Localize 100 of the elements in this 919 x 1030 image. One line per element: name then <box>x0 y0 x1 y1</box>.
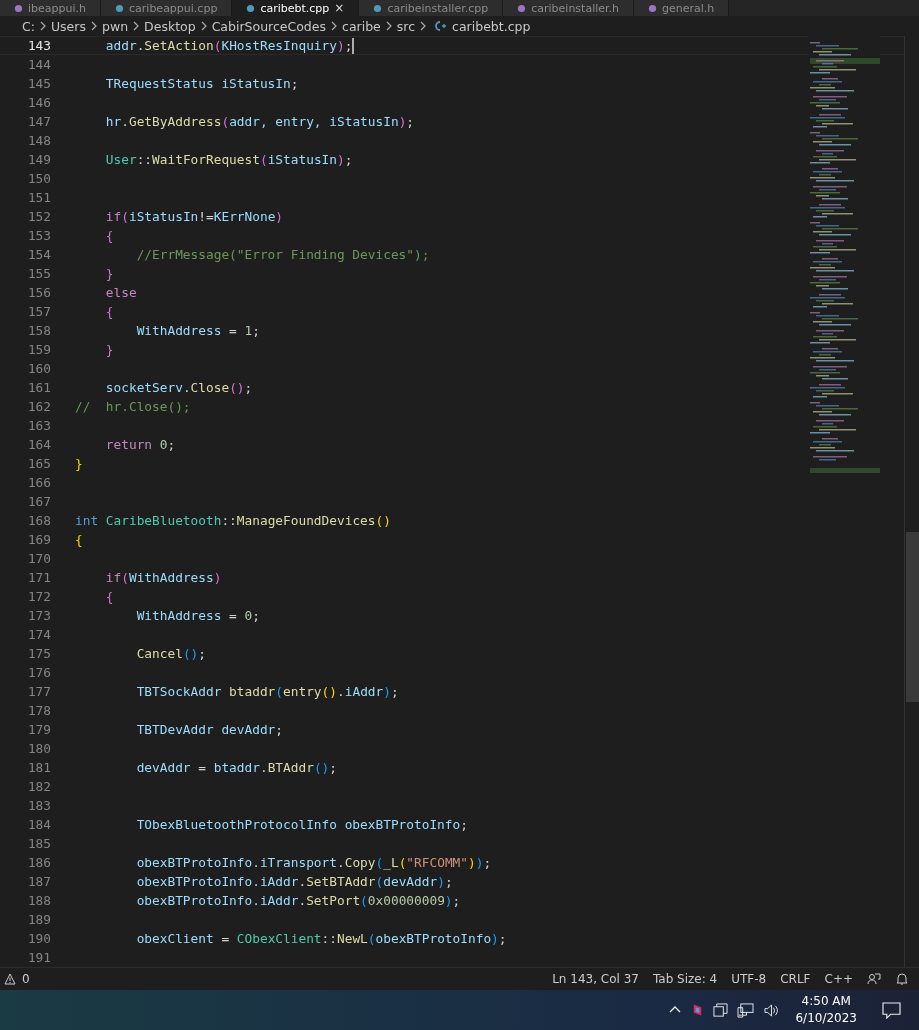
line-number: 170 <box>26 551 51 566</box>
line-number: 188 <box>26 893 51 908</box>
breadcrumb-item[interactable]: C: <box>22 18 35 34</box>
line-number: 190 <box>26 931 51 946</box>
editor-tab[interactable]: general.h <box>634 0 730 16</box>
code-line: socketServ.Close(); <box>104 380 253 395</box>
bell-icon[interactable] <box>895 972 909 986</box>
code-line: { <box>104 589 114 604</box>
editor-tab[interactable]: caribeappui.cpp <box>101 0 233 16</box>
code-line: devAddr = btaddr.BTAddr(); <box>135 760 338 775</box>
file-icon <box>14 3 23 13</box>
code-line: } <box>104 342 114 357</box>
line-number: 177 <box>26 684 51 699</box>
line-number: 166 <box>26 475 51 490</box>
code-line: // hr.Close(); <box>75 399 191 414</box>
cursor-position[interactable]: Ln 143, Col 37 <box>552 972 639 986</box>
code-line: User::WaitForRequest(iStatusIn); <box>104 152 353 167</box>
tab-size[interactable]: Tab Size: 4 <box>652 972 718 986</box>
code-line: obexClient = CObexClient::NewL(obexBTProtoInfo); <box>135 931 507 946</box>
breadcrumb-item[interactable]: src <box>396 18 416 34</box>
line-number: 151 <box>26 190 51 205</box>
code-line: { <box>75 532 83 547</box>
line-number: 154 <box>26 247 51 262</box>
breadcrumb-item[interactable]: pwn <box>101 18 129 34</box>
code-line: TBTSockAddr btaddr(entry().iAddr); <box>135 684 399 699</box>
editor-tab[interactable]: ibeappui.h <box>0 0 101 16</box>
editor-tab[interactable]: caribeinstaller.h <box>503 0 634 16</box>
code-line: WithAddress = 1; <box>135 323 260 338</box>
code-line: { <box>104 304 114 319</box>
line-number: 187 <box>26 874 51 889</box>
chevron-icon <box>39 21 46 31</box>
chevron-icon <box>385 21 392 31</box>
line-number: 144 <box>26 57 51 72</box>
file-icon <box>373 3 383 13</box>
line-number: 174 <box>26 627 51 642</box>
code-line: } <box>104 266 114 281</box>
chevron-icon <box>90 21 97 31</box>
line-number: 184 <box>26 817 51 832</box>
line-number: 180 <box>26 741 51 756</box>
line-number: 155 <box>26 266 51 281</box>
code-line: obexBTProtoInfo.iAddr.SetPort(0x00000009); <box>135 893 461 908</box>
feedback-icon[interactable] <box>867 972 881 986</box>
code-line: obexBTProtoInfo.iAddr.SetBTAddr(devAddr); <box>135 874 453 889</box>
encoding[interactable]: UTF-8 <box>731 972 767 986</box>
line-number: 161 <box>26 380 51 395</box>
line-number: 179 <box>26 722 51 737</box>
line-number: 150 <box>26 171 51 186</box>
file-icon <box>648 3 657 13</box>
breadcrumb-item[interactable]: Desktop <box>144 18 196 34</box>
warning-icon <box>4 973 16 985</box>
chevron-icon <box>420 21 427 31</box>
breadcrumb-item[interactable]: CabirSourceCodes <box>211 18 326 34</box>
line-number: 189 <box>26 912 51 927</box>
editor-tab[interactable]: caribebt.cpp × <box>232 0 360 16</box>
windows-icon[interactable] <box>713 1002 729 1018</box>
language-mode[interactable]: C++ <box>824 972 853 986</box>
problems-indicator[interactable]: 0 <box>4 972 30 986</box>
line-number: 186 <box>26 855 51 870</box>
close-icon[interactable]: × <box>334 1 345 15</box>
code-line: TBTDevAddr devAddr; <box>135 722 284 737</box>
file-icon <box>115 3 124 13</box>
line-number: 178 <box>26 703 51 718</box>
line-number: 159 <box>26 342 51 357</box>
network-icon[interactable] <box>737 1002 755 1018</box>
line-number: 164 <box>26 437 51 452</box>
volume-icon[interactable] <box>763 1002 781 1018</box>
cpp-file-icon <box>433 20 448 32</box>
code-line: addr.SetAction(KHostResInquiry); <box>104 37 355 54</box>
tab-label: caribebt.cpp <box>260 1 330 15</box>
line-number: 162 <box>26 399 51 414</box>
line-number: 169 <box>26 532 51 547</box>
problems-count: 0 <box>22 972 30 986</box>
tab-label: caribeinstaller.h <box>531 1 619 15</box>
line-number: 173 <box>26 608 51 623</box>
notification-icon[interactable] <box>882 1001 901 1019</box>
line-number: 185 <box>26 836 51 851</box>
code-line: if(iStatusIn!=KErrNone) <box>104 209 284 224</box>
tab-label: caribeappui.cpp <box>129 1 218 15</box>
file-icon <box>517 3 527 13</box>
code-line: else <box>104 285 137 300</box>
breadcrumb-item[interactable]: caribe <box>342 18 381 34</box>
code-line: } <box>75 456 83 471</box>
line-number: 158 <box>26 323 51 338</box>
line-number: 176 <box>26 665 51 680</box>
line-number: 183 <box>26 798 51 813</box>
line-number: 191 <box>26 950 51 965</box>
line-ending[interactable]: CRLF <box>780 972 811 986</box>
breadcrumb-item[interactable]: Users <box>50 18 86 34</box>
scrollbar[interactable] <box>904 36 919 967</box>
tab-label: ibeappui.h <box>28 1 86 15</box>
line-number: 172 <box>26 589 51 604</box>
code-line: { <box>104 228 114 243</box>
breadcrumb-item[interactable]: caribebt.cpp <box>452 18 531 34</box>
clock-time[interactable]: 4:50 AM <box>801 993 851 1010</box>
line-number: 182 <box>26 779 51 794</box>
code-line: TRequestStatus iStatusIn; <box>104 76 299 91</box>
chevron-icon <box>133 21 140 31</box>
clock-date[interactable]: 6/10/2023 <box>795 1010 857 1027</box>
code-line: hr.GetByAddress(addr, entry, iStatusIn); <box>104 114 415 129</box>
editor-tab[interactable]: caribeinstaller.cpp <box>359 0 504 16</box>
